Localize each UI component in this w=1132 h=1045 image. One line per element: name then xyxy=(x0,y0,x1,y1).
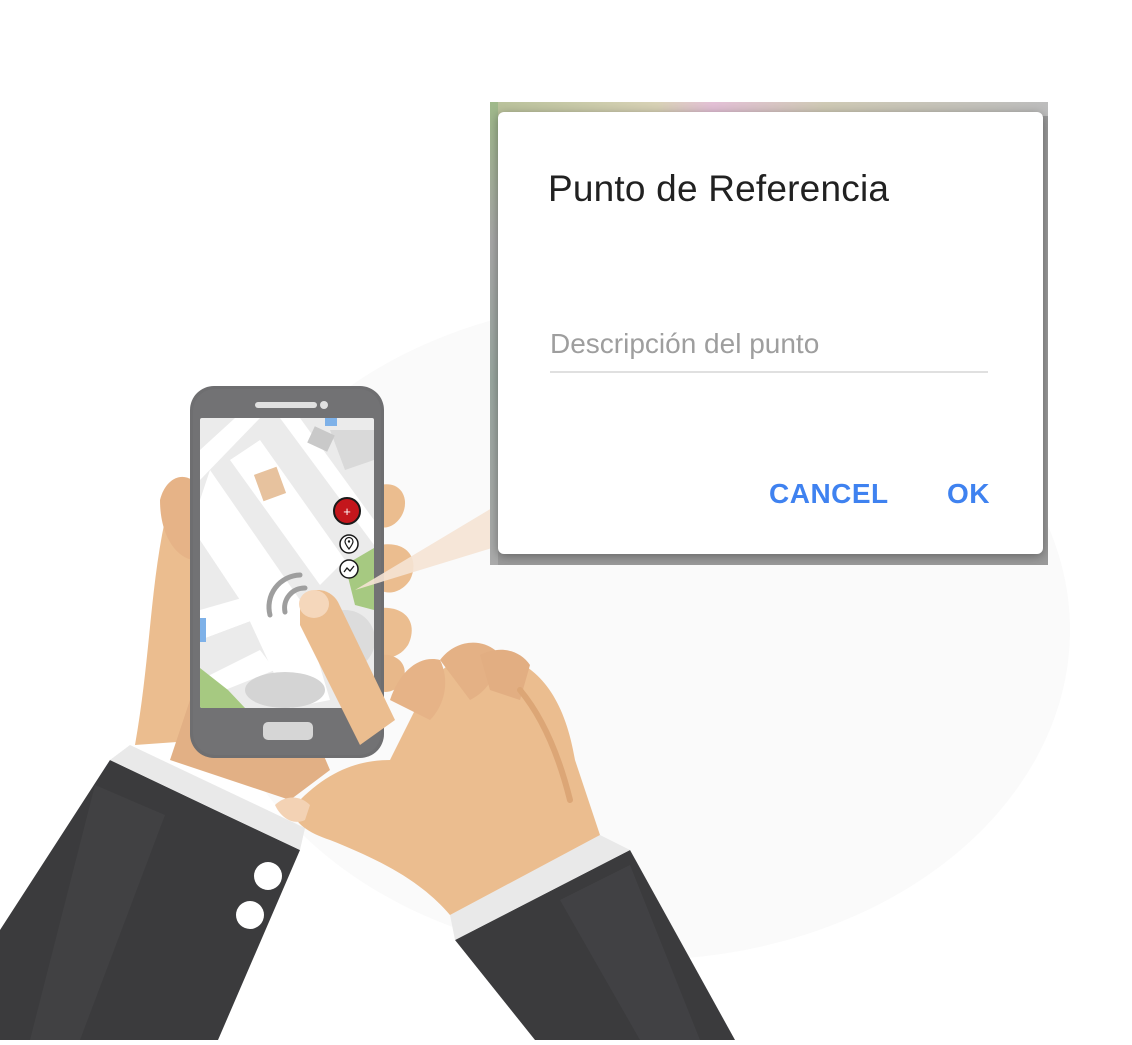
map-background-strip xyxy=(490,102,498,565)
dialog-title: Punto de Referencia xyxy=(548,168,890,209)
map-add-glyph: + xyxy=(343,504,351,519)
cancel-button[interactable]: CANCEL xyxy=(763,474,895,514)
map-route-button[interactable] xyxy=(339,559,359,579)
ok-button[interactable]: OK xyxy=(941,474,996,514)
phone-speaker xyxy=(255,402,317,408)
phone-home-button[interactable] xyxy=(263,722,313,740)
dialog-screenshot-inset: Punto de Referencia CANCEL OK xyxy=(490,102,1048,565)
point-description-input[interactable] xyxy=(550,317,988,373)
map-water xyxy=(200,618,206,642)
cuff-button xyxy=(254,862,282,890)
reference-point-dialog: Punto de Referencia CANCEL OK xyxy=(498,112,1043,554)
phone-camera xyxy=(320,401,328,409)
cuff-button xyxy=(236,901,264,929)
map-pin-button[interactable] xyxy=(339,534,359,554)
fingertip xyxy=(299,590,329,618)
